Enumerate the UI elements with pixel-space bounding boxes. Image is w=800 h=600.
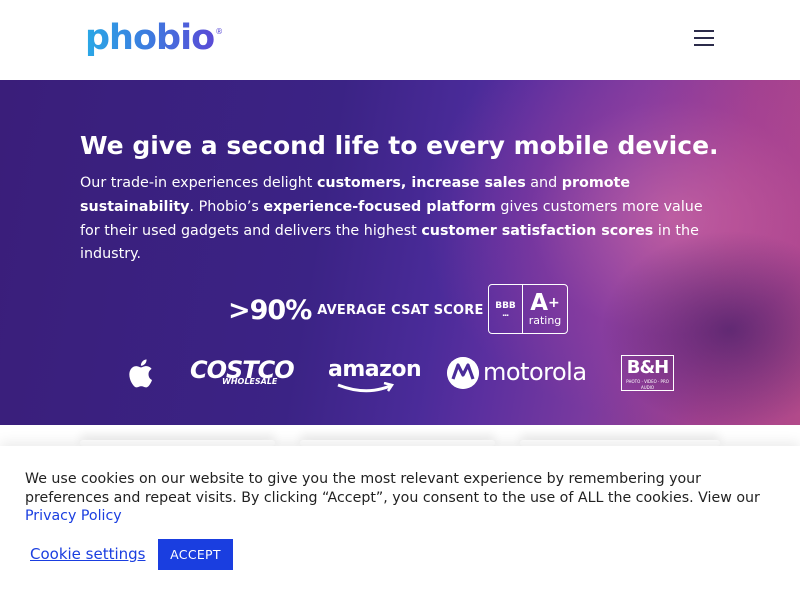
- amazon-logo: amazon: [328, 357, 422, 382]
- costco-wholesale-text: WHOLESALE: [222, 377, 278, 386]
- csat-label: AVERAGE CSAT SCORE: [317, 302, 484, 318]
- amazon-smile-icon: [337, 382, 395, 393]
- accept-cookies-button[interactable]: ACCEPT: [158, 539, 233, 570]
- bbb-rating-word: rating: [528, 314, 562, 327]
- phobio-logo[interactable]: phobio ®: [85, 18, 223, 60]
- cookie-consent-bar: We use cookies on our website to give yo…: [0, 446, 800, 600]
- apple-logo-icon: [129, 359, 152, 388]
- bbb-mark: BBB: [495, 301, 516, 311]
- csat-value: >90%: [228, 294, 312, 326]
- bh-logo: B&H PHOTO · VIDEO · PRO AUDIO: [621, 355, 674, 391]
- logo-text: phobio: [85, 18, 215, 58]
- partner-logos: COSTCO WHOLESALE amazon motorola B&H PHO…: [0, 352, 800, 397]
- registered-mark: ®: [215, 27, 224, 36]
- csat-stat: >90% AVERAGE CSAT SCORE: [228, 285, 484, 335]
- cookie-message: We use cookies on our website to give yo…: [25, 471, 760, 506]
- hamburger-menu-icon[interactable]: [692, 30, 716, 48]
- hero-section: We give a second life to every mobile de…: [0, 80, 800, 425]
- motorola-logo: motorola: [483, 358, 587, 386]
- motorola-logo-icon: [447, 357, 479, 389]
- privacy-policy-link[interactable]: Privacy Policy: [25, 507, 122, 526]
- bbb-rating-badge: BBB ▪▪▪ A+ rating: [488, 284, 568, 334]
- hero-title: We give a second life to every mobile de…: [80, 131, 719, 160]
- bbb-grade: A+: [530, 290, 560, 316]
- site-header: phobio ®: [0, 0, 800, 80]
- cookie-settings-link[interactable]: Cookie settings: [30, 545, 146, 563]
- hero-description: Our trade-in experiences delight custome…: [80, 175, 703, 263]
